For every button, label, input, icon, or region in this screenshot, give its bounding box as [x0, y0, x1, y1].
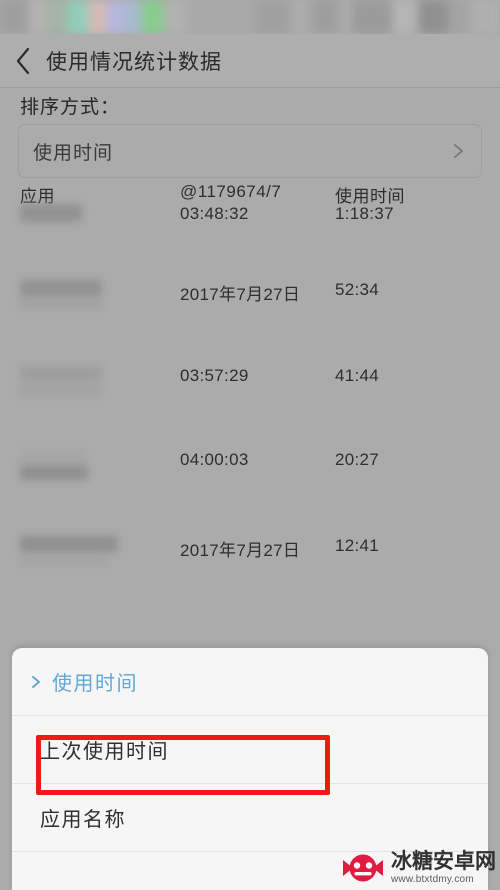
cell-last-used: 03:57:29 — [180, 366, 249, 385]
table-row[interactable]: 2017年7月27日 12:41 — [0, 536, 500, 616]
usage-table: 应用 @1179674/7 使用时间 03:48:32 1:18:37 2017… — [0, 182, 500, 616]
watermark-site-url: www.btxtdmy.com — [391, 874, 474, 885]
app-name-redacted — [20, 536, 180, 566]
cell-usage-time: 41:44 — [335, 366, 380, 385]
sheet-item-label: 上次使用时间 — [40, 741, 169, 763]
table-row[interactable]: 2017年7月27日 52:34 — [0, 280, 500, 366]
cell-last-used: 04:00:03 — [180, 450, 249, 469]
sheet-item-last-used-time[interactable]: 上次使用时间 — [12, 716, 488, 784]
chevron-right-icon — [28, 674, 44, 690]
watermark-site-name: 冰糖安卓网 — [391, 850, 496, 873]
app-name-redacted — [20, 204, 180, 222]
sheet-item-label: 应用名称 — [40, 809, 126, 831]
page-title: 使用情况统计数据 — [46, 50, 222, 74]
chevron-right-icon — [449, 142, 467, 160]
table-row[interactable]: 03:48:32 1:18:37 — [0, 204, 500, 280]
status-bar-blur — [0, 0, 500, 34]
cell-last-used: 2017年7月27日 — [180, 541, 301, 560]
title-bar: 使用情况统计数据 — [0, 34, 500, 88]
cell-usage-time: 52:34 — [335, 280, 380, 299]
back-button[interactable] — [0, 34, 46, 88]
cell-last-used: 2017年7月27日 — [180, 285, 301, 304]
table-row[interactable]: 03:57:29 41:44 — [0, 366, 500, 450]
candy-logo-icon — [341, 848, 385, 888]
status-bar — [0, 0, 500, 34]
sort-by-label: 排序方式： — [20, 97, 121, 118]
app-name-redacted — [20, 280, 180, 309]
sort-by-value: 使用时间 — [33, 142, 114, 164]
cell-last-used: 03:48:32 — [180, 204, 249, 223]
cell-usage-time: 12:41 — [335, 536, 380, 555]
phone-screenshot: 使用情况统计数据 排序方式： 使用时间 应用 @1179674/7 使用时间 0… — [0, 0, 500, 890]
cell-usage-time: 20:27 — [335, 450, 380, 469]
watermark-text: 冰糖安卓网 www.btxtdmy.com — [391, 851, 496, 885]
column-header-last-used: @1179674/7 — [180, 182, 282, 201]
table-header-row: 应用 @1179674/7 使用时间 — [0, 182, 500, 206]
cell-usage-time: 1:18:37 — [335, 204, 394, 223]
sort-by-select[interactable]: 使用时间 — [18, 124, 482, 178]
sheet-item-label: 使用时间 — [52, 673, 138, 695]
app-name-redacted — [20, 450, 180, 480]
sheet-item-app-name[interactable]: 应用名称 — [12, 784, 488, 852]
app-name-redacted — [20, 366, 180, 397]
table-row[interactable]: 04:00:03 20:27 — [0, 450, 500, 536]
sheet-item-usage-time[interactable]: 使用时间 — [12, 648, 488, 716]
watermark: 冰糖安卓网 www.btxtdmy.com — [341, 848, 496, 888]
